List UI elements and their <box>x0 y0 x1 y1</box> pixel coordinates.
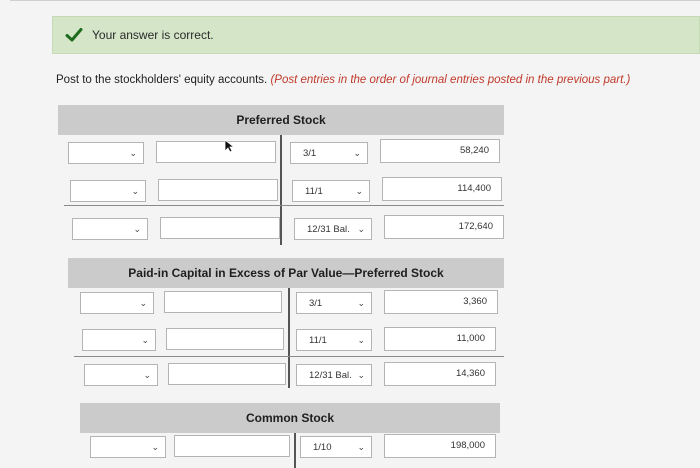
credit-amount-input[interactable]: 114,400 <box>382 177 502 201</box>
debit-date-select[interactable]: ⌄ <box>68 142 144 164</box>
t-account-vertical-line <box>288 288 290 388</box>
debit-amount-input[interactable] <box>164 291 282 313</box>
debit-amount-input[interactable] <box>158 179 278 201</box>
credit-date-select[interactable]: 1/10 ⌄ <box>300 436 372 458</box>
date-value: 11/1 <box>305 186 323 197</box>
instructions-note: (Post entries in the order of journal en… <box>270 74 631 86</box>
debit-date-select[interactable]: ⌄ <box>72 218 148 240</box>
chevron-down-icon: ⌄ <box>143 370 151 380</box>
credit-amount-input[interactable]: 3,360 <box>384 290 498 314</box>
debit-date-select[interactable]: ⌄ <box>82 329 156 351</box>
debit-amount-input[interactable] <box>166 328 284 350</box>
debit-amount-input[interactable] <box>156 141 276 163</box>
date-value: 12/31 Bal. <box>309 370 352 381</box>
chevron-down-icon: ⌄ <box>355 186 363 196</box>
debit-date-select[interactable]: ⌄ <box>84 364 158 386</box>
credit-date-select[interactable]: 11/1 ⌄ <box>292 180 370 202</box>
debit-amount-input[interactable] <box>174 435 290 457</box>
chevron-down-icon: ⌄ <box>357 335 365 345</box>
chevron-down-icon: ⌄ <box>129 148 137 158</box>
chevron-down-icon: ⌄ <box>357 442 365 452</box>
credit-amount-input[interactable]: 58,240 <box>380 139 500 163</box>
credit-amount-input[interactable]: 198,000 <box>384 434 496 458</box>
chevron-down-icon: ⌄ <box>357 224 365 234</box>
chevron-down-icon: ⌄ <box>353 148 361 158</box>
credit-amount-input[interactable]: 172,640 <box>384 215 504 239</box>
account-header: Paid-in Capital in Excess of Par Value—P… <box>68 258 504 288</box>
credit-date-select[interactable]: 11/1 ⌄ <box>296 329 372 351</box>
mouse-pointer-icon <box>224 139 236 153</box>
t-account-balance-line <box>64 205 504 206</box>
date-value: 12/31 Bal. <box>307 224 350 235</box>
debit-amount-input[interactable] <box>160 217 280 239</box>
date-value: 3/1 <box>309 298 323 309</box>
chevron-down-icon: ⌄ <box>133 224 141 234</box>
credit-date-select[interactable]: 12/31 Bal. ⌄ <box>296 364 372 386</box>
t-account-vertical-line <box>280 135 282 245</box>
chevron-down-icon: ⌄ <box>141 335 149 345</box>
credit-date-select[interactable]: 3/1 ⌄ <box>296 292 372 314</box>
success-message: Your answer is correct. <box>92 28 214 42</box>
check-icon <box>65 28 83 42</box>
credit-date-select[interactable]: 3/1 ⌄ <box>290 142 368 164</box>
debit-date-select[interactable]: ⌄ <box>90 436 166 458</box>
date-value: 3/1 <box>303 148 317 159</box>
debit-date-select[interactable]: ⌄ <box>80 292 154 314</box>
credit-amount-input[interactable]: 14,360 <box>384 362 496 386</box>
credit-date-select[interactable]: 12/31 Bal. ⌄ <box>294 218 372 240</box>
chevron-down-icon: ⌄ <box>357 370 365 380</box>
date-value: 11/1 <box>309 335 327 346</box>
chevron-down-icon: ⌄ <box>131 186 139 196</box>
success-banner: Your answer is correct. <box>52 16 700 54</box>
answer-panel: Your answer is correct. Post to the stoc… <box>0 0 700 468</box>
chevron-down-icon: ⌄ <box>139 298 147 308</box>
account-header: Common Stock <box>80 403 500 433</box>
chevron-down-icon: ⌄ <box>151 442 159 452</box>
instructions: Post to the stockholders' equity account… <box>56 74 630 86</box>
divider <box>10 0 700 1</box>
credit-amount-input[interactable]: 11,000 <box>384 327 496 351</box>
instructions-text: Post to the stockholders' equity account… <box>56 74 268 86</box>
t-account-vertical-line <box>294 433 296 468</box>
chevron-down-icon: ⌄ <box>357 298 365 308</box>
debit-date-select[interactable]: ⌄ <box>70 180 146 202</box>
date-value: 1/10 <box>313 442 332 453</box>
t-account-balance-line <box>74 356 504 357</box>
debit-amount-input[interactable] <box>168 363 286 385</box>
account-header: Preferred Stock <box>58 105 504 135</box>
